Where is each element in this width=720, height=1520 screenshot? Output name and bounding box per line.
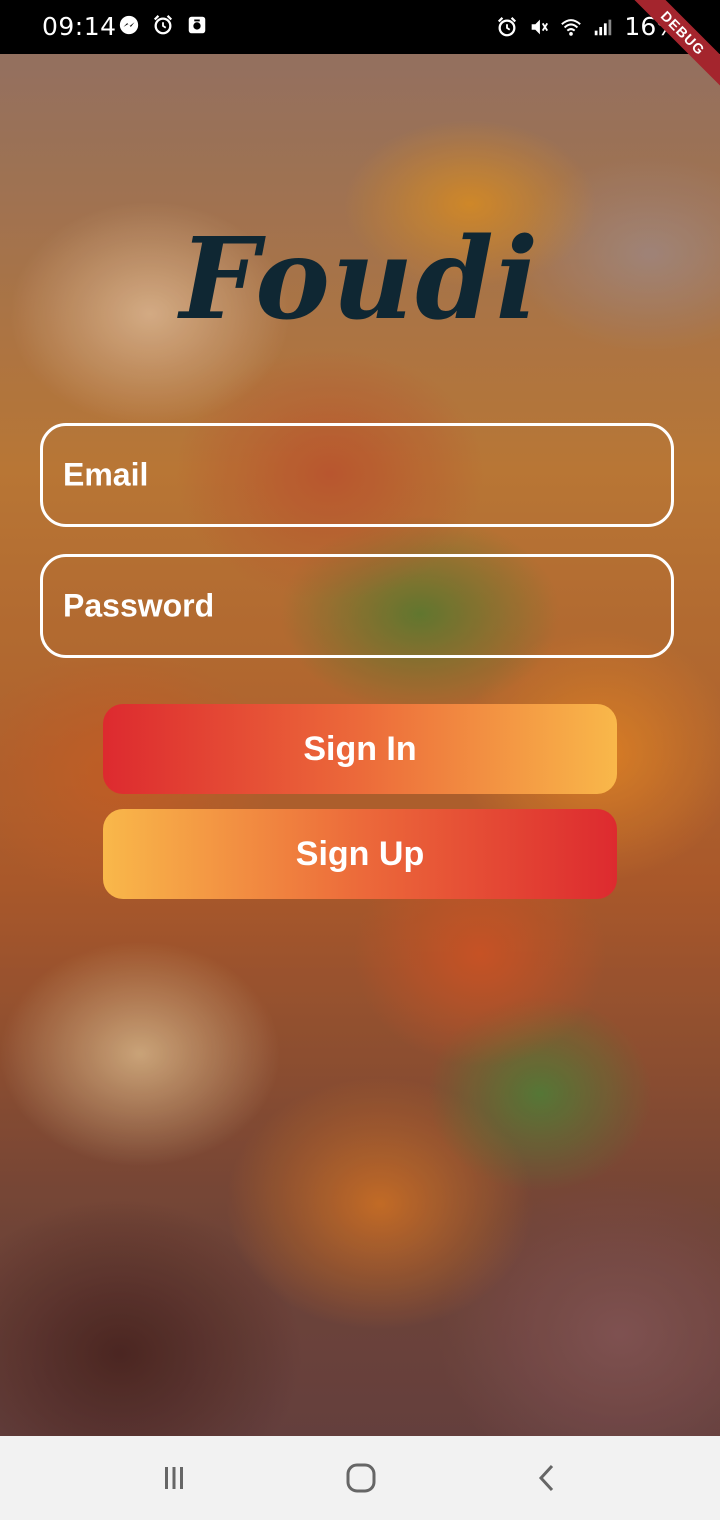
signal-icon [595, 19, 612, 35]
wifi-icon [561, 18, 582, 36]
password-field[interactable]: Password [40, 554, 674, 658]
back-button[interactable] [528, 1458, 568, 1498]
app-logo: Foudi [179, 214, 541, 345]
recent-apps-button[interactable] [154, 1458, 194, 1498]
screenshot-icon [188, 16, 206, 34]
alarm-icon [153, 15, 173, 35]
home-icon [346, 1463, 376, 1493]
messenger-icon [119, 15, 139, 35]
login-screen: 09:14 16% DEBUG Foudi Email Password Sig… [0, 0, 720, 1520]
system-nav-bar [0, 1436, 720, 1520]
mute-icon [532, 19, 549, 34]
recent-apps-icon [165, 1467, 183, 1489]
sign-in-button[interactable]: Sign In [103, 704, 617, 794]
back-icon [538, 1464, 554, 1492]
home-button[interactable] [341, 1458, 381, 1498]
password-label: Password [63, 587, 215, 624]
alarm-icon [498, 16, 517, 36]
status-time: 09:14 [42, 12, 117, 41]
status-bar: 09:14 16% [0, 0, 720, 54]
email-label: Email [63, 456, 149, 493]
sign-up-button[interactable]: Sign Up [103, 809, 617, 899]
email-field[interactable]: Email [40, 423, 674, 527]
status-left-icons [118, 14, 208, 36]
